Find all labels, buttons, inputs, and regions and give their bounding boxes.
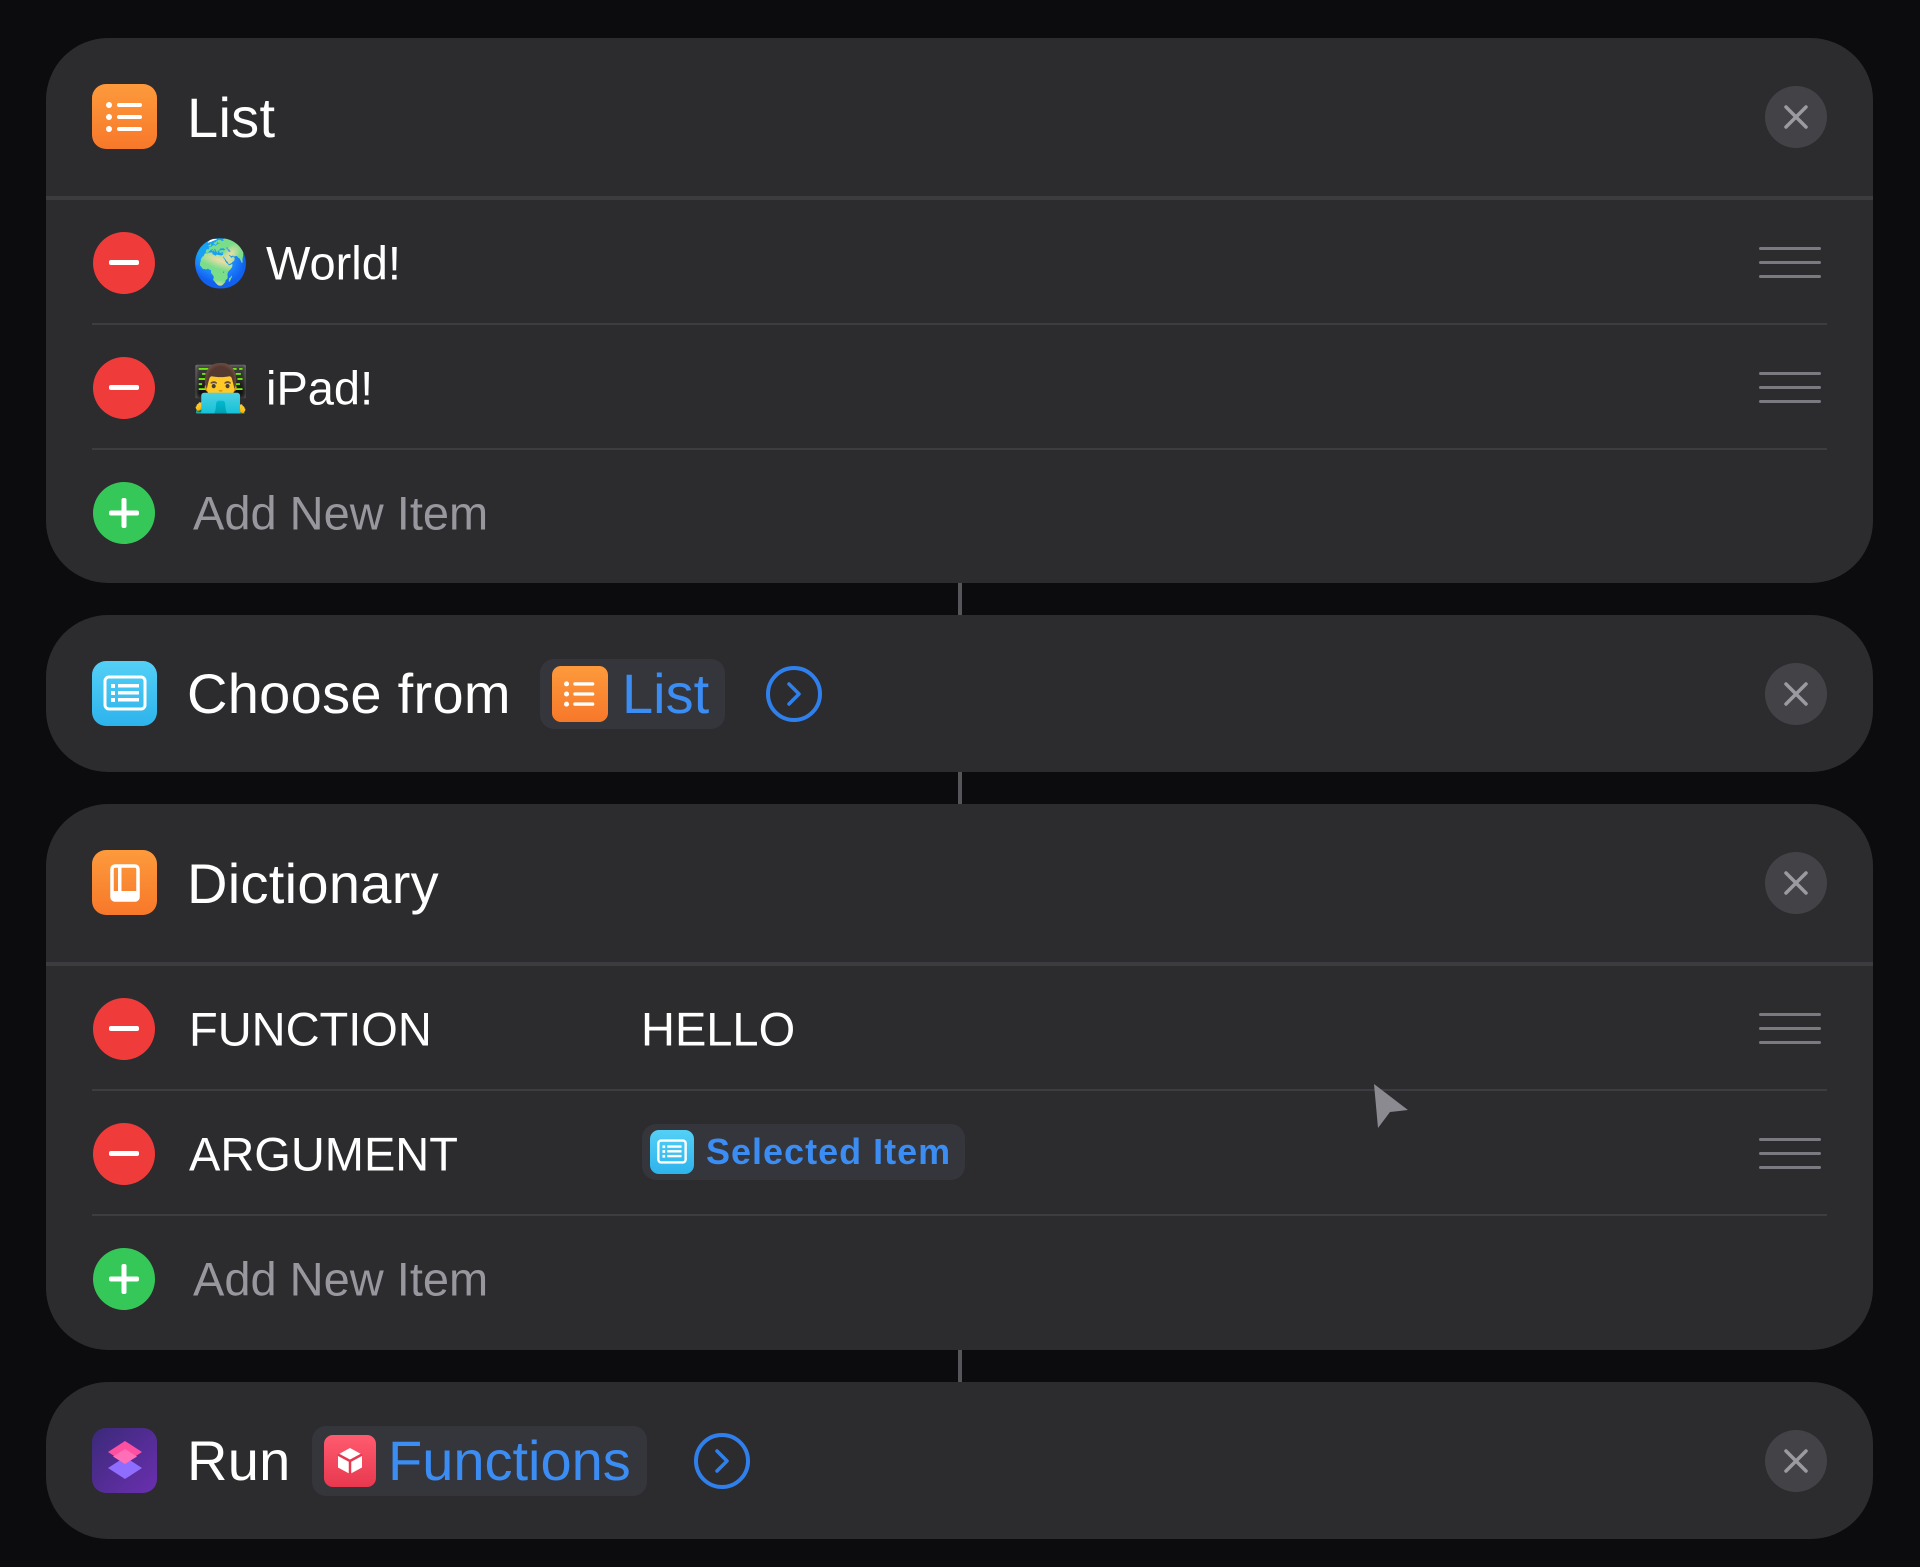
chevron-right-icon[interactable] bbox=[694, 1432, 750, 1489]
add-item-row[interactable]: Add New Item bbox=[46, 450, 1873, 575]
action-title: List bbox=[187, 85, 276, 149]
close-icon[interactable] bbox=[1765, 1429, 1827, 1492]
shortcuts-icon bbox=[92, 1427, 157, 1493]
globe-icon: 🌍 bbox=[192, 236, 250, 289]
technologist-icon: 👨‍💻 bbox=[192, 361, 250, 414]
remove-item-button[interactable] bbox=[93, 1122, 155, 1185]
drag-handle-icon[interactable] bbox=[1759, 246, 1821, 281]
remove-item-button[interactable] bbox=[93, 997, 155, 1060]
list-item[interactable]: 👨‍💻 iPad! bbox=[46, 325, 1873, 450]
run-action-card[interactable]: Run Functions bbox=[46, 1382, 1873, 1539]
close-icon[interactable] bbox=[1765, 662, 1827, 725]
list-app-icon bbox=[92, 84, 157, 149]
dictionary-key[interactable]: ARGUMENT bbox=[189, 1126, 458, 1181]
remove-item-button[interactable] bbox=[93, 231, 155, 294]
choose-from-action-card[interactable]: Choose from List bbox=[46, 615, 1873, 772]
dictionary-action-card[interactable]: Dictionary FUNCTION HELLO ARGUMENT Selec… bbox=[46, 804, 1873, 1350]
flow-connector bbox=[958, 772, 962, 804]
list-action-card[interactable]: List 🌍 World! 👨‍💻 iPad! Add New Item bbox=[46, 38, 1873, 583]
drag-handle-icon[interactable] bbox=[1759, 1012, 1821, 1047]
action-title: Run bbox=[187, 1429, 291, 1492]
action-title: Dictionary bbox=[187, 851, 439, 915]
add-new-item-label[interactable]: Add New Item bbox=[193, 1251, 488, 1306]
close-icon[interactable] bbox=[1765, 86, 1827, 148]
selected-item-token-icon bbox=[650, 1129, 694, 1174]
shortcut-stack-icon bbox=[324, 1434, 376, 1487]
flow-connector bbox=[958, 583, 962, 615]
add-item-button[interactable] bbox=[93, 481, 155, 544]
flow-connector bbox=[958, 1350, 962, 1382]
run-header: Run Functions bbox=[46, 1382, 1873, 1539]
list-item[interactable]: 🌍 World! bbox=[46, 200, 1873, 325]
dictionary-entry-row[interactable]: FUNCTION HELLO bbox=[46, 966, 1873, 1091]
remove-item-button[interactable] bbox=[93, 356, 155, 419]
functions-shortcut-token[interactable]: Functions bbox=[312, 1425, 647, 1496]
dictionary-entry-row[interactable]: ARGUMENT Selected Item bbox=[46, 1091, 1873, 1216]
book-icon bbox=[92, 850, 157, 915]
add-item-button[interactable] bbox=[93, 1247, 155, 1310]
choose-from-list-icon bbox=[92, 660, 157, 726]
add-new-item-label[interactable]: Add New Item bbox=[193, 485, 488, 540]
token-label: Functions bbox=[388, 1429, 631, 1492]
token-label: Selected Item bbox=[706, 1130, 952, 1172]
list-action-header: List bbox=[46, 38, 1873, 196]
dictionary-value[interactable]: HELLO bbox=[641, 1001, 795, 1056]
list-variable-token[interactable]: List bbox=[540, 658, 726, 729]
list-token-icon bbox=[552, 665, 608, 722]
chevron-right-icon[interactable] bbox=[766, 665, 822, 722]
list-item-label[interactable]: World! bbox=[266, 235, 401, 290]
token-label: List bbox=[622, 662, 710, 725]
action-title: Choose from bbox=[187, 662, 511, 725]
drag-handle-icon[interactable] bbox=[1759, 1137, 1821, 1172]
choose-from-header: Choose from List bbox=[46, 615, 1873, 772]
drag-handle-icon[interactable] bbox=[1759, 371, 1821, 406]
add-item-row[interactable]: Add New Item bbox=[46, 1216, 1873, 1341]
dictionary-key[interactable]: FUNCTION bbox=[189, 1001, 432, 1056]
dictionary-header: Dictionary bbox=[46, 804, 1873, 962]
selected-item-token[interactable]: Selected Item bbox=[642, 1123, 966, 1180]
close-icon[interactable] bbox=[1765, 852, 1827, 914]
list-item-label[interactable]: iPad! bbox=[266, 360, 373, 415]
pointer-cursor-icon bbox=[1370, 1082, 1412, 1134]
